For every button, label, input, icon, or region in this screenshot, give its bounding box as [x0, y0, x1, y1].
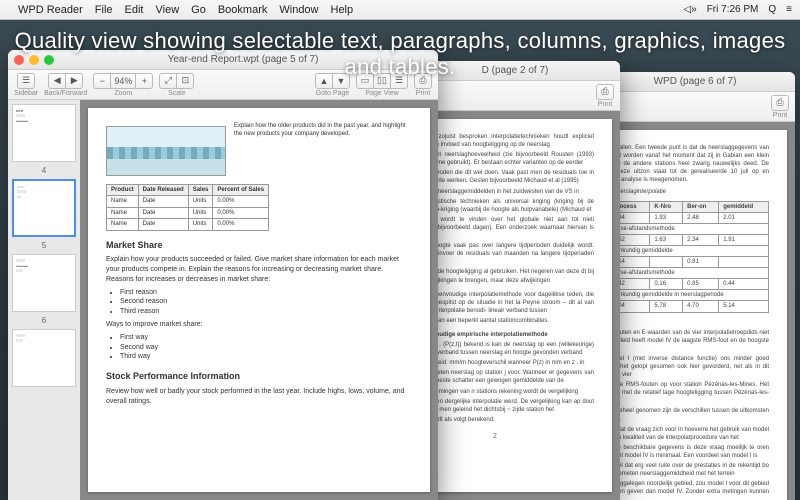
list-item: Third way [120, 352, 412, 362]
menu-window[interactable]: Window [279, 4, 318, 16]
sidebar-label: Sidebar [14, 90, 38, 97]
marketing-banner: Quality view showing selectable text, pa… [0, 24, 800, 84]
thumbnail-label: 4 [12, 166, 76, 175]
page-canvas[interactable]: Explain how the older products did in th… [80, 100, 438, 500]
menu-bookmark[interactable]: Bookmark [218, 4, 268, 16]
menu-view[interactable]: View [156, 4, 180, 16]
bullet-list: First way Second way Third way [120, 333, 412, 362]
backforward-label: Back/Forward [44, 90, 87, 97]
menu-edit[interactable]: Edit [125, 4, 144, 16]
print-label: Print [416, 90, 430, 97]
page-thumbnail[interactable]: ≡≡≡≡▬▬▬≡≡≡ [12, 254, 76, 312]
list-item: Second way [120, 343, 412, 353]
section-heading: Stock Performance Information [106, 370, 412, 383]
notification-icon[interactable]: ≡ [786, 4, 792, 15]
print-button[interactable]: ⎙ [596, 84, 614, 100]
zoom-label: Zoom [114, 90, 132, 97]
page-thumbnail-selected[interactable]: ▭▭≡≡≡≡••• [12, 179, 76, 237]
scale-label: Scale [168, 90, 186, 97]
page-thumbnail[interactable]: ■■■≡≡≡≡▬▬▬ [12, 104, 76, 162]
volume-icon[interactable]: ◁» [683, 4, 696, 15]
bullet-list: First reason Second reason Third reason [120, 288, 412, 317]
document-window-1: Year-end Report.wpt (page 5 of 7) ☰Sideb… [8, 50, 438, 500]
chart-graphic [106, 126, 226, 176]
print-label: Print [773, 112, 787, 119]
menu-file[interactable]: File [95, 4, 113, 16]
thumbnail-label: 6 [12, 316, 76, 325]
print-button[interactable]: ⎙ [771, 95, 789, 111]
pageview-label: Page View [365, 90, 398, 97]
body-text: Review how well or badly your stock perf… [106, 387, 412, 407]
content-area: ■■■≡≡≡≡▬▬▬ 4 ▭▭≡≡≡≡••• 5 ≡≡≡≡▬▬▬≡≡≡ 6 ≡≡… [8, 100, 438, 500]
list-item: Third reason [120, 307, 412, 317]
gotopage-label: Goto Page [316, 90, 349, 97]
print-label: Print [598, 101, 612, 108]
product-table: ProductDate ReleasedSalesPercent of Sale… [106, 184, 269, 231]
body-text: Ways to improve market share: [106, 320, 412, 330]
list-item: Second reason [120, 297, 412, 307]
menubar: WPD Reader File Edit View Go Bookmark Wi… [0, 0, 800, 20]
thumbnail-label: 5 [12, 241, 76, 250]
menu-go[interactable]: Go [191, 4, 206, 16]
thumbnail-sidebar[interactable]: ■■■≡≡≡≡▬▬▬ 4 ▭▭≡≡≡≡••• 5 ≡≡≡≡▬▬▬≡≡≡ 6 ≡≡… [8, 100, 80, 500]
app-name-menu[interactable]: WPD Reader [18, 4, 83, 16]
body-text: Explain how your products succeeded or f… [106, 255, 412, 284]
spotlight-icon[interactable]: Q [768, 4, 776, 15]
clock: Fri 7:26 PM [707, 4, 759, 15]
list-item: First reason [120, 288, 412, 298]
section-heading: Market Share [106, 239, 412, 252]
menu-help[interactable]: Help [331, 4, 354, 16]
page-thumbnail[interactable]: ≡≡≡≡≡≡≡ [12, 329, 76, 387]
page-sheet: Explain how the older products did in th… [88, 108, 430, 492]
list-item: First way [120, 333, 412, 343]
chart-caption: Explain how the older products did in th… [234, 122, 412, 139]
